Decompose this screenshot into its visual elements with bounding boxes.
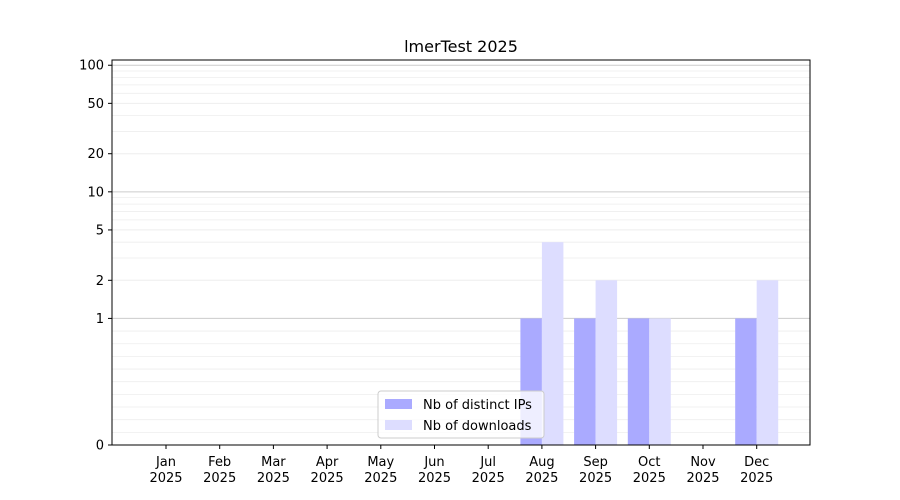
x-tick-label-month: Sep	[583, 455, 608, 470]
x-tick-label-month: Aug	[529, 455, 554, 470]
x-tick-label-year: 2025	[740, 471, 773, 486]
x-tick-label-month: Dec	[744, 455, 769, 470]
y-tick-label: 10	[87, 185, 104, 200]
bar-downloads	[649, 318, 671, 445]
x-tick-label-year: 2025	[472, 471, 505, 486]
bar-downloads	[541, 242, 564, 445]
y-axis: 0 1 2 5 10 20 50 100	[79, 59, 112, 454]
plot-frame	[111, 59, 811, 446]
bar-distinct-ips	[627, 318, 650, 445]
legend-label: Nb of downloads	[423, 419, 532, 434]
y-tick-label: 100	[79, 59, 104, 74]
bar-downloads	[595, 280, 618, 445]
bars-layer	[520, 242, 779, 445]
bar-distinct-ips	[735, 318, 757, 445]
chart-svg: lmerTest 2025 0125102050100 Jan2025Feb20…	[79, 37, 811, 486]
x-tick-label-year: 2025	[525, 471, 558, 486]
y-tick-label: 50	[87, 97, 104, 112]
x-tick-label-year: 2025	[203, 471, 236, 486]
x-tick-label-year: 2025	[579, 471, 612, 486]
legend-swatch	[385, 399, 412, 409]
x-tick-label-month: May	[367, 455, 394, 470]
chart-title: lmerTest 2025	[404, 37, 518, 56]
bar-downloads	[756, 280, 779, 445]
x-tick-label-year: 2025	[149, 471, 182, 486]
x-tick-label-month: Jul	[479, 455, 496, 470]
x-tick-label-year: 2025	[257, 471, 290, 486]
legend-swatch	[385, 420, 412, 430]
x-tick-label-month: Nov	[690, 455, 716, 470]
x-tick-label-month: Apr	[316, 455, 339, 470]
x-tick-label-year: 2025	[364, 471, 397, 486]
legend: Nb of distinct IPs Nb of downloads	[377, 390, 545, 439]
x-tick-label-month: Oct	[638, 455, 660, 470]
y-tick-label: 2	[96, 274, 104, 289]
x-tick-label-year: 2025	[633, 471, 666, 486]
x-tick-label-month: Jun	[423, 455, 444, 470]
bar-distinct-ips	[574, 318, 596, 445]
grid-layer	[112, 64, 810, 446]
x-tick-label-month: Feb	[208, 455, 231, 470]
legend-label: Nb of distinct IPs	[423, 398, 532, 413]
x-tick-label-year: 2025	[311, 471, 344, 486]
x-tick-label-year: 2025	[418, 471, 451, 486]
x-tick-label-month: Jan	[155, 455, 176, 470]
y-tick-label: 5	[96, 223, 104, 238]
x-tick-label-month: Mar	[261, 455, 286, 470]
x-tick-label-year: 2025	[686, 471, 719, 486]
y-tick-label: 20	[87, 147, 104, 162]
x-axis: Jan2025Feb2025Mar2025Apr2025May2025Jun20…	[149, 445, 773, 486]
y-tick-label: 0	[96, 439, 104, 454]
y-tick-label: 1	[96, 312, 104, 327]
